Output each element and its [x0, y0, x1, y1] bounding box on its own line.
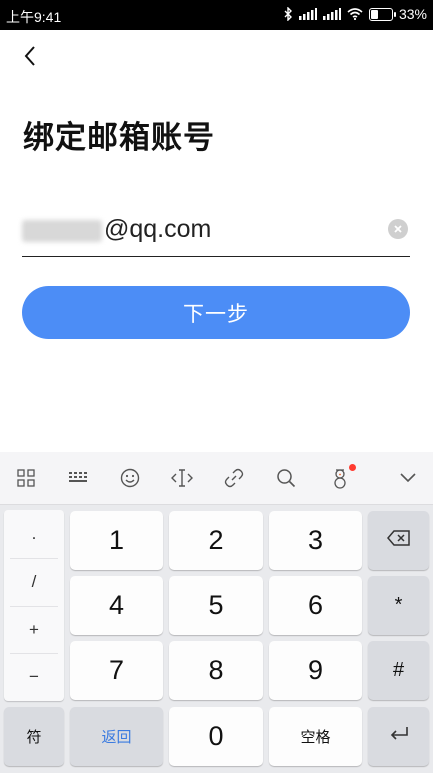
- key-3[interactable]: 3: [269, 511, 362, 570]
- blurred-email-prefix: [22, 220, 102, 242]
- enter-button[interactable]: [368, 707, 429, 766]
- key-1[interactable]: 1: [70, 511, 163, 570]
- space-key[interactable]: 空格: [269, 707, 362, 766]
- key-0[interactable]: 0: [169, 707, 263, 766]
- symbols-key[interactable]: 符: [4, 707, 64, 766]
- status-time: 上午9:41: [6, 9, 62, 25]
- clear-icon[interactable]: [388, 219, 408, 239]
- key-2[interactable]: 2: [169, 511, 263, 570]
- keyboard-icon[interactable]: [66, 466, 90, 490]
- key-7[interactable]: 7: [70, 641, 163, 700]
- key-6[interactable]: 6: [269, 576, 362, 635]
- cursor-icon[interactable]: [170, 466, 194, 490]
- hash-key[interactable]: #: [368, 641, 429, 700]
- status-bar: 上午9:41 33%: [0, 0, 433, 30]
- symbol-key[interactable]: +: [4, 608, 64, 652]
- wifi-icon: [347, 8, 363, 20]
- chevron-down-icon[interactable]: [396, 466, 420, 490]
- symbol-column: . / + −: [4, 510, 64, 701]
- keyboard-toolbar: [0, 452, 433, 505]
- signal-icon: [322, 8, 341, 20]
- email-field[interactable]: @qq.com: [22, 208, 410, 257]
- notification-dot: [349, 464, 356, 471]
- emoji-icon[interactable]: [118, 466, 142, 490]
- key-9[interactable]: 9: [269, 641, 362, 700]
- back-button[interactable]: [14, 42, 46, 74]
- key-5[interactable]: 5: [169, 576, 263, 635]
- keyboard: . / + − 1 2 3 4 5 6 * 7 8 9 # 符 返回 0 空格: [0, 452, 433, 773]
- battery-percent: 33%: [398, 6, 427, 22]
- email-suffix: @qq.com: [104, 215, 212, 243]
- divider: [10, 558, 58, 559]
- page-title: 绑定邮箱账号: [23, 120, 215, 155]
- key-4[interactable]: 4: [70, 576, 163, 635]
- link-icon[interactable]: [222, 466, 246, 490]
- chevron-left-icon: [23, 45, 37, 72]
- key-8[interactable]: 8: [169, 641, 263, 700]
- symbol-key[interactable]: .: [4, 512, 64, 556]
- signal-icon: [298, 8, 317, 20]
- symbol-key[interactable]: −: [4, 655, 64, 699]
- battery-level: [370, 9, 379, 19]
- grid-icon[interactable]: [14, 466, 38, 490]
- enter-icon: [388, 725, 410, 748]
- divider: [10, 606, 58, 607]
- bluetooth-icon: [283, 7, 293, 21]
- backspace-button[interactable]: [368, 511, 429, 570]
- next-button[interactable]: 下一步: [22, 286, 410, 339]
- search-icon[interactable]: [274, 466, 298, 490]
- divider: [10, 653, 58, 654]
- snowman-icon[interactable]: [328, 464, 356, 490]
- status-icons: 33%: [283, 6, 427, 22]
- backspace-icon: [386, 529, 411, 552]
- asterisk-key[interactable]: *: [368, 576, 429, 635]
- battery-icon: [368, 7, 396, 21]
- symbol-key[interactable]: /: [4, 560, 64, 604]
- return-key[interactable]: 返回: [70, 707, 163, 766]
